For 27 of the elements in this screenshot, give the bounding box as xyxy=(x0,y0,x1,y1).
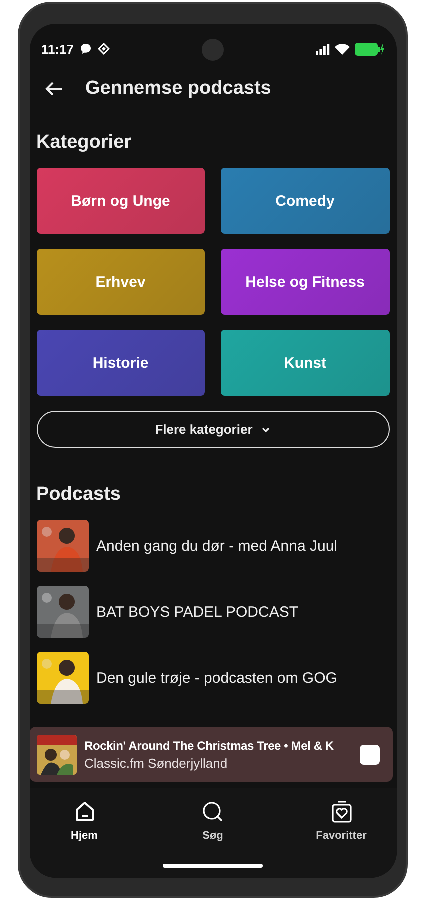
category-tile[interactable]: Historie xyxy=(36,330,205,396)
podcast-title[interactable]: BAT BOYS PADEL PODCAST xyxy=(96,604,299,620)
nav-tab[interactable]: Favoritter xyxy=(306,800,376,878)
diamond-icon xyxy=(98,43,110,55)
chat-icon xyxy=(80,43,92,55)
section-title: Podcasts xyxy=(36,484,122,506)
wifi-icon xyxy=(334,44,350,54)
heart-box-icon xyxy=(330,800,354,824)
podcast-title[interactable]: Den gule trøje - podcasten om GOG xyxy=(96,670,338,686)
battery-icon xyxy=(354,42,384,56)
stop-button[interactable] xyxy=(360,744,380,764)
signal-icon xyxy=(316,44,330,54)
category-tile[interactable]: Comedy xyxy=(221,168,390,234)
nav-tab[interactable]: Hjem xyxy=(50,800,120,878)
station-name: Classic.fm Sønderjylland xyxy=(84,756,228,770)
page-title: Gennemse podcasts xyxy=(86,78,272,100)
podcast-title[interactable]: Anden gang du dør - med Anna Juul xyxy=(96,538,338,554)
track-title: Rockin' Around The Christmas Tree • Mel & K xyxy=(84,738,334,752)
category-tile[interactable]: Børn og Unge xyxy=(36,168,205,234)
more-categories-button[interactable]: Flere kategorier xyxy=(36,411,390,448)
mini-player[interactable]: Rockin' Around The Christmas Tree • Mel & K Classic.fm Sønderjylland xyxy=(30,727,392,782)
section-title: Kategorier xyxy=(36,132,133,154)
status-time: 11:17 xyxy=(42,42,74,56)
category-tile[interactable]: Helse og Fitness xyxy=(221,249,390,315)
camera-icon xyxy=(202,39,224,61)
search-icon xyxy=(201,800,225,824)
nav-tab[interactable]: Søg xyxy=(178,800,248,878)
